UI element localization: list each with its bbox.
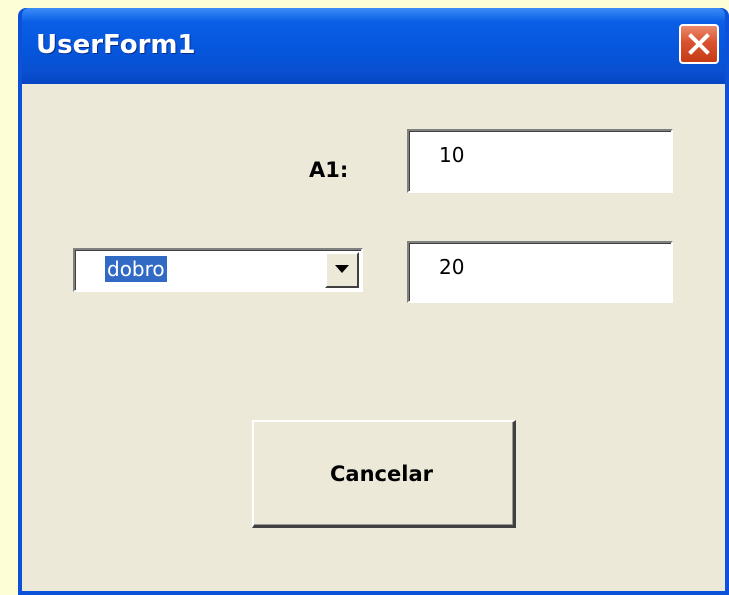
close-x-icon: [688, 33, 710, 55]
cancel-button[interactable]: Cancelar: [252, 420, 516, 528]
userform-window: UserForm1 A1: 10 dobro 20 Cancelar: [18, 8, 729, 595]
window-title: UserForm1: [36, 30, 196, 60]
close-button[interactable]: [679, 24, 719, 64]
a1-value-field[interactable]: 10: [407, 129, 673, 193]
result-value-field[interactable]: 20: [407, 241, 673, 303]
form-client-area: A1: 10 dobro 20 Cancelar: [22, 84, 725, 591]
title-bar[interactable]: UserForm1: [22, 8, 725, 84]
a1-label: A1:: [309, 158, 349, 182]
operation-combobox[interactable]: dobro: [73, 248, 363, 292]
operation-selected-value: dobro: [105, 256, 167, 282]
chevron-down-icon: [335, 265, 349, 273]
combobox-dropdown-button[interactable]: [325, 252, 359, 288]
